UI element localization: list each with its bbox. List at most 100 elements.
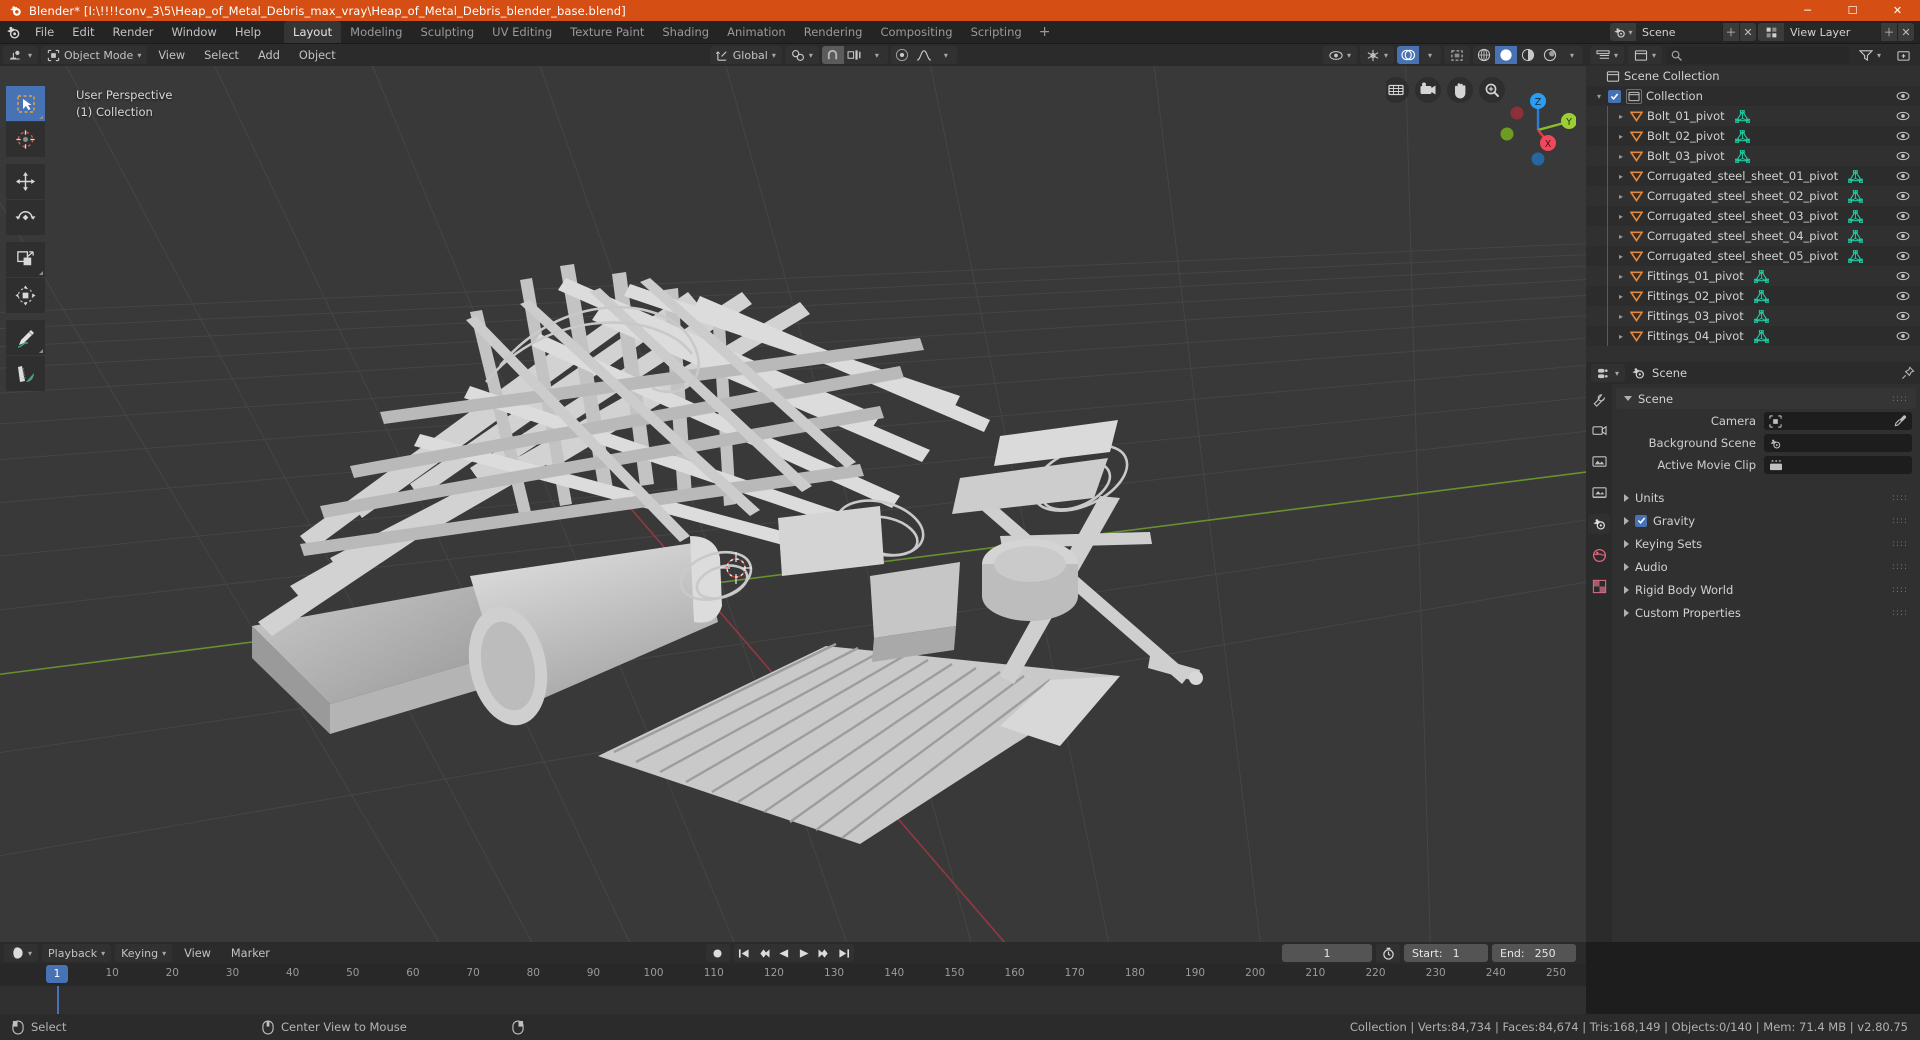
add-workspace-button[interactable]: +	[1031, 21, 1059, 43]
outliner-row-object[interactable]: ▸ Fittings_04_pivot	[1586, 326, 1920, 346]
outliner-search-input[interactable]	[1666, 46, 1849, 64]
object-visibility-eye-icon[interactable]	[1896, 271, 1910, 281]
frame-end-field[interactable]: End: 250	[1492, 944, 1576, 962]
annotate-tool-expand-corner[interactable]	[39, 349, 43, 353]
mesh-data-icon[interactable]	[1848, 169, 1864, 183]
scene-selector[interactable]: ▾ Scene ＋ ✕	[1610, 23, 1756, 41]
scene-panel-header[interactable]: Scene ::::	[1616, 388, 1916, 409]
playback-controls[interactable]	[733, 944, 854, 962]
outliner-tree[interactable]: Scene Collection ▾ Collection ▸ Bolt_01_…	[1586, 66, 1920, 362]
workspace-tab-texture-paint[interactable]: Texture Paint	[561, 21, 653, 43]
rotate-tool[interactable]	[6, 200, 45, 235]
timeline-playhead[interactable]: 1	[46, 965, 68, 983]
view-layer-name[interactable]: View Layer	[1784, 23, 1880, 41]
metal-debris-heap-model[interactable]	[0, 66, 1586, 942]
outliner-editor-type-selector[interactable]: ▾	[1590, 46, 1625, 64]
falloff-curve-icon[interactable]	[913, 46, 935, 64]
collection-checkbox[interactable]	[1608, 89, 1621, 103]
new-view-layer-button[interactable]: ＋	[1880, 23, 1897, 41]
object-disclosure-triangle[interactable]: ▸	[1614, 292, 1628, 301]
section-expand-triangle[interactable]	[1624, 539, 1629, 548]
timeline-view-menu[interactable]: View	[176, 944, 219, 962]
outliner-new-collection-button[interactable]	[1891, 46, 1916, 64]
workspace-tab-animation[interactable]: Animation	[718, 21, 795, 43]
property-row-camera[interactable]: Camera	[1620, 411, 1912, 431]
pivot-point-selector[interactable]: ▾	[784, 46, 819, 64]
jump-to-next-keyframe-button[interactable]	[814, 944, 834, 962]
object-visibility-eye-icon[interactable]	[1896, 311, 1910, 321]
object-disclosure-triangle[interactable]: ▸	[1614, 272, 1628, 281]
interaction-mode-selector[interactable]: Object Mode ▾	[41, 46, 148, 64]
object-disclosure-triangle[interactable]: ▸	[1614, 252, 1628, 261]
object-visibility-eye-icon[interactable]	[1896, 111, 1910, 121]
properties-collapsed-sections[interactable]: Units:::: Gravity:::: Keying Sets:::: Audio…	[1612, 487, 1920, 623]
section-expand-triangle[interactable]	[1624, 493, 1629, 502]
object-visibility-eye-icon[interactable]	[1896, 191, 1910, 201]
scale-tool-expand-corner[interactable]	[39, 271, 43, 275]
remove-view-layer-button[interactable]: ✕	[1897, 23, 1914, 41]
properties-tab-scene[interactable]	[1588, 514, 1610, 534]
object-disclosure-triangle[interactable]: ▸	[1614, 232, 1628, 241]
select-box-tool[interactable]	[6, 86, 45, 121]
rendered-shading-icon[interactable]	[1539, 46, 1561, 64]
object-visibility-eye-icon[interactable]	[1896, 291, 1910, 301]
mesh-data-icon[interactable]	[1734, 109, 1750, 123]
collection-disclosure-triangle[interactable]: ▾	[1592, 92, 1606, 101]
proportional-editing-group[interactable]: ▾	[890, 46, 957, 64]
scene-panel-collapse-triangle[interactable]	[1624, 396, 1632, 401]
new-scene-button[interactable]: ＋	[1722, 23, 1739, 41]
xray-toggle[interactable]	[1444, 46, 1471, 64]
properties-editor[interactable]: ▾ Scene Scene:::: Camera Background Sce…	[1586, 362, 1920, 942]
section-expand-triangle[interactable]	[1624, 608, 1629, 617]
object-visibility-eye-icon[interactable]	[1896, 131, 1910, 141]
mesh-data-icon[interactable]	[1848, 189, 1864, 203]
outliner-row-object[interactable]: ▸ Fittings_01_pivot	[1586, 266, 1920, 286]
timeline-track-area[interactable]	[0, 986, 1586, 1014]
properties-editor-type-selector[interactable]: ▾	[1591, 364, 1626, 382]
timeline-marker-menu[interactable]: Marker	[223, 944, 278, 962]
workspace-tab-layout[interactable]: Layout	[284, 21, 342, 43]
snap-magnet-icon[interactable]	[821, 46, 844, 64]
workspace-tab-modeling[interactable]: Modeling	[341, 21, 411, 43]
mesh-data-icon[interactable]	[1734, 129, 1750, 143]
outliner-row-object[interactable]: ▸ Fittings_02_pivot	[1586, 286, 1920, 306]
object-disclosure-triangle[interactable]: ▸	[1614, 172, 1628, 181]
overlays-chevron-down-icon[interactable]: ▾	[1419, 46, 1441, 64]
mesh-data-icon[interactable]	[1848, 249, 1864, 263]
viewport-toolbar[interactable]	[6, 86, 45, 391]
object-visibility-eye-icon[interactable]	[1896, 211, 1910, 221]
viewport-canvas[interactable]: User Perspective (1) Collection	[0, 66, 1586, 942]
workspace-tab-sculpting[interactable]: Sculpting	[411, 21, 483, 43]
proportional-edit-icon[interactable]	[891, 46, 913, 64]
overlays-group[interactable]: ▾	[1397, 46, 1442, 64]
viewport-menu-view[interactable]: View	[150, 46, 193, 64]
mesh-data-icon[interactable]	[1753, 309, 1769, 323]
mesh-data-icon[interactable]	[1753, 329, 1769, 343]
object-visibility-eye-icon[interactable]	[1896, 231, 1910, 241]
property-row-active-movie-clip[interactable]: Active Movie Clip	[1620, 455, 1912, 475]
frame-start-field[interactable]: Start: 1	[1404, 944, 1488, 962]
workspace-tab-shading[interactable]: Shading	[653, 21, 718, 43]
transform-orientation-selector[interactable]: Global ▾	[709, 46, 782, 64]
camera-eyedropper-icon[interactable]	[1894, 412, 1907, 431]
blender-logo-icon[interactable]	[0, 25, 26, 40]
falloff-chevron-down-icon[interactable]: ▾	[935, 46, 957, 64]
menu-help[interactable]: Help	[226, 23, 270, 42]
outliner-row-object[interactable]: ▸ Bolt_03_pivot	[1586, 146, 1920, 166]
menu-file[interactable]: File	[26, 23, 63, 42]
object-visibility-eye-icon[interactable]	[1896, 171, 1910, 181]
gizmo-toggle[interactable]: ▾	[1360, 46, 1395, 64]
overlays-icon[interactable]	[1397, 46, 1420, 64]
snapping-group[interactable]: ▾	[821, 46, 888, 64]
collection-visibility-eye-icon[interactable]	[1896, 91, 1910, 101]
view-layer-selector[interactable]: View Layer ＋ ✕	[1758, 23, 1914, 41]
visibility-selector[interactable]: ▾	[1322, 46, 1357, 64]
object-disclosure-triangle[interactable]: ▸	[1614, 132, 1628, 141]
object-disclosure-triangle[interactable]: ▸	[1614, 152, 1628, 161]
object-disclosure-triangle[interactable]: ▸	[1614, 312, 1628, 321]
properties-section-header[interactable]: Rigid Body World::::	[1616, 579, 1916, 600]
tool-expand-corner[interactable]	[39, 115, 43, 119]
mesh-data-icon[interactable]	[1734, 149, 1750, 163]
active-movie-clip-field[interactable]	[1764, 456, 1912, 474]
menu-render[interactable]: Render	[104, 23, 163, 42]
